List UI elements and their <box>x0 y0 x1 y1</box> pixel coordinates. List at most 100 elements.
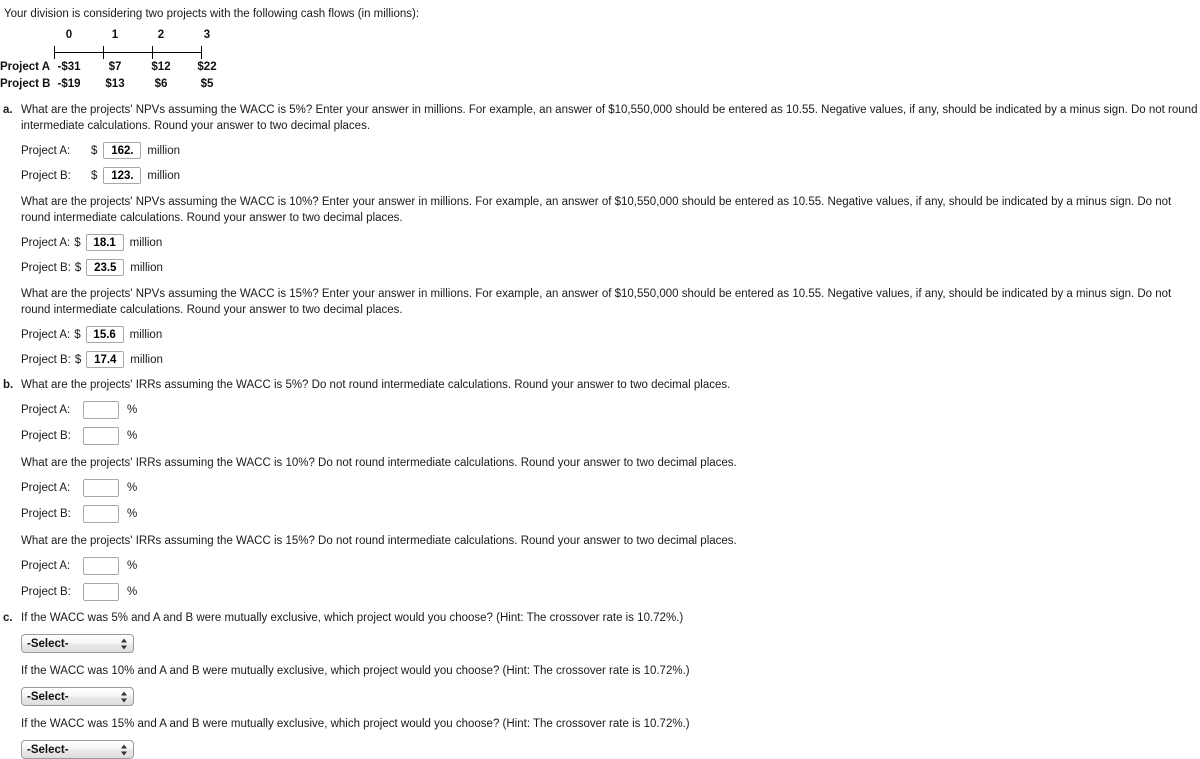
irr-input-15pct-project-a[interactable] <box>83 557 119 575</box>
answer-row-a1-project-b: Project B: $ million <box>21 167 1200 184</box>
select-wrap-10pct: -Select- Project A Project B <box>21 687 134 706</box>
cash-flow-table: 0 1 2 3 Project A -$31 $7 $12 $22 Projec… <box>0 28 1200 93</box>
answer-row-a3-project-b: Project B: $ million <box>21 351 1200 368</box>
currency-symbol-a1-project-b: $ <box>91 169 98 182</box>
period-label-0: 0 <box>65 29 73 41</box>
project-a-cf-0: -$31 <box>57 61 81 73</box>
currency-symbol-a3-project-a: $ <box>74 328 81 341</box>
select-wrap-5pct: -Select- Project A Project B <box>21 634 134 653</box>
timeline-tick-1 <box>103 46 104 59</box>
unit-label-b3-project-b: % <box>127 586 138 598</box>
unit-label-a1-project-b: million <box>147 169 180 182</box>
currency-symbol-a3-project-b: $ <box>74 353 82 366</box>
answer-label-b1-project-a: Project A: <box>21 404 71 416</box>
npv-input-10pct-project-b[interactable] <box>86 259 125 276</box>
answer-row-b2-project-a: Project A: % <box>21 479 1200 497</box>
irr-input-10pct-project-b[interactable] <box>83 505 119 523</box>
axis-row-spacer <box>0 42 46 59</box>
irr-input-5pct-project-b[interactable] <box>83 427 119 445</box>
unit-label-a2-project-a: million <box>129 236 163 249</box>
project-b-label: Project B <box>0 78 51 90</box>
answer-row-a1-project-a: Project A: $ million <box>21 142 1200 159</box>
period-header-row: 0 1 2 3 <box>0 28 230 42</box>
unit-label-a2-project-b: million <box>130 261 163 274</box>
period-label-2: 2 <box>157 29 165 41</box>
npv-input-15pct-project-a[interactable] <box>85 326 124 343</box>
question-c: c. If the WACC was 5% and A and B were m… <box>0 610 1200 759</box>
irr-input-10pct-project-a[interactable] <box>83 479 119 497</box>
project-choice-select-5pct[interactable]: -Select- Project A Project B <box>21 634 134 653</box>
currency-symbol-a2-project-a: $ <box>74 236 81 249</box>
unit-label-a3-project-a: million <box>129 328 163 341</box>
answer-row-a2-project-b: Project B: $ million <box>21 259 1200 276</box>
timeline-axis-cell <box>46 42 230 59</box>
project-a-cf-2: $12 <box>151 61 171 73</box>
period-label-3: 3 <box>203 29 211 41</box>
unit-label-b2-project-a: % <box>127 482 138 494</box>
npv-input-5pct-project-b[interactable] <box>103 167 142 184</box>
project-a-cashflow-row: Project A -$31 $7 $12 $22 <box>0 59 230 76</box>
irr-input-5pct-project-a[interactable] <box>83 401 119 419</box>
unit-label-a1-project-a: million <box>147 144 180 157</box>
project-a-cf-1: $7 <box>108 61 122 73</box>
timeline-axis-row <box>0 42 230 59</box>
timeline-tick-0 <box>54 46 55 59</box>
period-label-1: 1 <box>111 29 119 41</box>
currency-symbol-a1-project-a: $ <box>91 144 98 157</box>
answer-label-a2-project-b: Project B: <box>21 261 71 274</box>
unit-label-b2-project-b: % <box>127 508 138 520</box>
question-c-part2-text: If the WACC was 10% and A and B were mut… <box>21 665 690 677</box>
answer-label-b2-project-a: Project A: <box>21 482 71 494</box>
project-b-cf-0: -$19 <box>57 78 81 90</box>
question-c-part1-text: If the WACC was 5% and A and B were mutu… <box>21 612 684 624</box>
project-a-cf-3: $22 <box>197 61 217 73</box>
currency-symbol-a2-project-b: $ <box>74 261 82 274</box>
question-c-marker: c. <box>3 612 13 624</box>
question-a-row: a. What are the projects' NPVs assuming … <box>0 102 1200 134</box>
project-choice-select-10pct[interactable]: -Select- Project A Project B <box>21 687 134 706</box>
project-choice-select-15pct[interactable]: -Select- Project A Project B <box>21 740 134 759</box>
answer-label-a3-project-a: Project A: <box>21 328 71 341</box>
question-b-part2-text: What are the projects' IRRs assuming the… <box>21 457 737 469</box>
question-a-part1-text: What are the projects' NPVs assuming the… <box>21 104 1198 132</box>
answer-label-a1-project-b: Project B: <box>21 169 71 182</box>
question-b: b. What are the projects' IRRs assuming … <box>0 377 1200 601</box>
answer-row-b2-project-b: Project B: % <box>21 505 1200 523</box>
project-b-cf-1: $13 <box>105 78 125 90</box>
question-b-marker: b. <box>3 379 14 391</box>
intro-text: Your division is considering two project… <box>4 8 420 20</box>
project-b-cf-3: $5 <box>200 78 214 90</box>
npv-input-5pct-project-a[interactable] <box>103 142 142 159</box>
question-c-part3-text: If the WACC was 15% and A and B were mut… <box>21 718 690 730</box>
select-wrap-15pct: -Select- Project A Project B <box>21 740 134 759</box>
answer-row-b1-project-a: Project A: % <box>21 401 1200 419</box>
answer-label-a2-project-a: Project A: <box>21 236 71 249</box>
answer-label-b3-project-b: Project B: <box>21 586 71 598</box>
question-c-row: c. If the WACC was 5% and A and B were m… <box>0 610 1200 626</box>
question-b-row: b. What are the projects' IRRs assuming … <box>0 377 1200 393</box>
question-a-part2-text: What are the projects' NPVs assuming the… <box>21 196 1172 224</box>
project-b-cf-2: $6 <box>154 78 168 90</box>
question-a-marker: a. <box>3 104 13 116</box>
answer-row-b1-project-b: Project B: % <box>21 427 1200 445</box>
timeline-tick-3 <box>201 46 202 59</box>
irr-input-15pct-project-b[interactable] <box>83 583 119 601</box>
question-a-part3-text: What are the projects' NPVs assuming the… <box>21 288 1172 316</box>
answer-row-a3-project-a: Project A: $ million <box>21 326 1200 343</box>
npv-input-10pct-project-a[interactable] <box>85 234 124 251</box>
project-a-label: Project A <box>0 61 51 73</box>
answer-label-a1-project-a: Project A: <box>21 144 71 157</box>
answer-label-b3-project-a: Project A: <box>21 560 71 572</box>
timeline-tick-2 <box>152 46 153 59</box>
answer-row-b3-project-b: Project B: % <box>21 583 1200 601</box>
period-row-spacer <box>0 28 46 42</box>
unit-label-b1-project-a: % <box>127 404 138 416</box>
project-b-cashflow-row: Project B -$19 $13 $6 $5 <box>0 76 230 93</box>
problem-page: Your division is considering two project… <box>0 0 1200 759</box>
timeline-axis <box>54 45 215 59</box>
npv-input-15pct-project-b[interactable] <box>86 351 125 368</box>
unit-label-b1-project-b: % <box>127 430 138 442</box>
answer-row-a2-project-a: Project A: $ million <box>21 234 1200 251</box>
question-b-part3-text: What are the projects' IRRs assuming the… <box>21 535 737 547</box>
answer-label-b1-project-b: Project B: <box>21 430 71 442</box>
